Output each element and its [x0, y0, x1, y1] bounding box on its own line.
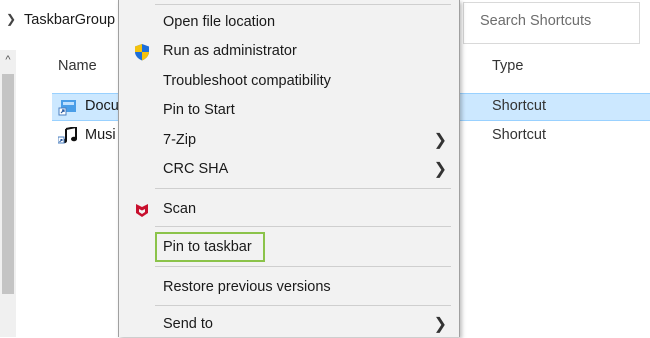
file-name: Musi — [85, 127, 116, 143]
shortcut-file-icon — [58, 100, 76, 116]
menu-item-pin-to-start[interactable]: Pin to Start — [119, 98, 459, 124]
menu-item-scan[interactable]: Scan — [119, 197, 459, 223]
search-placeholder: Search Shortcuts — [480, 13, 592, 29]
menu-item-label: Run as administrator — [163, 43, 297, 59]
submenu-arrow-icon: ❯ — [433, 132, 447, 149]
scroll-thumb[interactable] — [2, 74, 14, 294]
menu-item-7zip[interactable]: 7-Zip ❯ — [119, 128, 459, 154]
menu-separator — [155, 266, 451, 267]
submenu-arrow-icon: ❯ — [433, 161, 447, 178]
file-name: Docu — [85, 98, 119, 114]
menu-item-label: CRC SHA — [163, 161, 229, 177]
menu-item-label: 7-Zip — [163, 132, 197, 148]
menu-item-run-as-administrator[interactable]: Run as administrator — [119, 39, 459, 65]
menu-item-restore-previous-versions[interactable]: Restore previous versions — [119, 275, 459, 301]
menu-separator — [155, 4, 451, 5]
vertical-scrollbar[interactable]: ^ — [0, 50, 16, 337]
menu-item-label: Open file location — [163, 14, 276, 30]
uac-shield-icon — [135, 44, 149, 61]
menu-item-label: Pin to taskbar — [163, 239, 252, 255]
menu-item-pin-to-taskbar[interactable]: Pin to taskbar — [119, 235, 459, 261]
menu-item-label: Troubleshoot compatibility — [163, 73, 331, 89]
file-type: Shortcut — [492, 98, 546, 114]
scroll-up-icon[interactable]: ^ — [0, 50, 16, 70]
column-header-name[interactable]: Name — [58, 58, 97, 74]
menu-item-label: Restore previous versions — [163, 279, 331, 295]
file-type: Shortcut — [492, 127, 546, 143]
submenu-arrow-icon: ❯ — [433, 316, 447, 333]
context-menu: Open file location Run as administrator … — [118, 0, 460, 337]
menu-separator — [155, 305, 451, 306]
chevron-right-icon[interactable]: ❯ — [6, 12, 16, 26]
address-path[interactable]: TaskbarGroup — [24, 12, 115, 28]
menu-item-send-to[interactable]: Send to ❯ — [119, 312, 459, 338]
column-header-type[interactable]: Type — [492, 58, 523, 74]
menu-item-crc-sha[interactable]: CRC SHA ❯ — [119, 157, 459, 183]
menu-item-label: Scan — [163, 201, 197, 217]
menu-item-open-file-location[interactable]: Open file location — [119, 10, 459, 36]
menu-separator — [155, 226, 451, 227]
mcafee-icon — [136, 204, 148, 217]
music-note-icon — [58, 127, 77, 144]
menu-item-label: Send to — [163, 316, 213, 332]
menu-item-label: Pin to Start — [163, 102, 235, 118]
menu-separator — [155, 188, 451, 189]
menu-item-troubleshoot-compatibility[interactable]: Troubleshoot compatibility — [119, 69, 459, 95]
search-input[interactable]: Search Shortcuts — [463, 2, 640, 44]
